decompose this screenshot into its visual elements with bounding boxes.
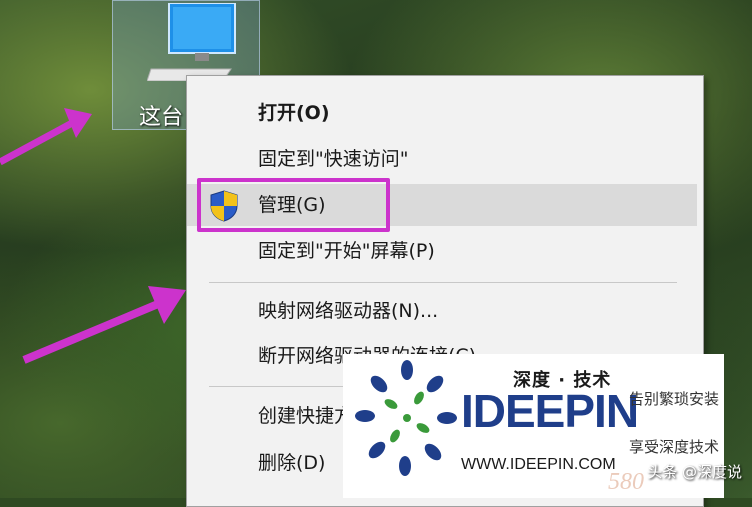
desktop-icon-label: 这台 [139,105,184,130]
ideepin-logo-icon [355,360,457,476]
menu-item-map-network-drive[interactable]: 映射网络驱动器(N)... [187,290,703,332]
menu-item-label: 固定到"快速访问" [258,148,409,170]
corner-author-tag: 头条 @深度说 [647,463,742,481]
pointer-arrow-bottom [22,286,186,364]
menu-separator [209,282,677,283]
manage-highlight-box [197,178,390,232]
watermark-slogan-2: 享受深度技术 [629,438,720,456]
menu-item-open[interactable]: 打开(O) [187,92,703,134]
watermark-url: WWW.IDEEPIN.COM [461,456,616,473]
menu-item-pin-quick-access[interactable]: 固定到"快速访问" [187,138,703,180]
watermark-slogan-1: 告别繁琐安装 [629,390,720,408]
menu-item-label: 固定到"开始"屏幕(P) [258,240,435,262]
monitor-icon [147,3,236,81]
menu-item-pin-start[interactable]: 固定到"开始"屏幕(P) [187,230,703,272]
corner-site-watermark: 580 [608,469,644,495]
menu-item-label: 删除(D) [258,452,326,474]
menu-item-label: 映射网络驱动器(N)... [258,300,439,322]
menu-item-label: 打开(O) [258,102,330,124]
watermark-brand: IDEEPIN [461,385,639,437]
pointer-arrow-top [0,108,92,166]
